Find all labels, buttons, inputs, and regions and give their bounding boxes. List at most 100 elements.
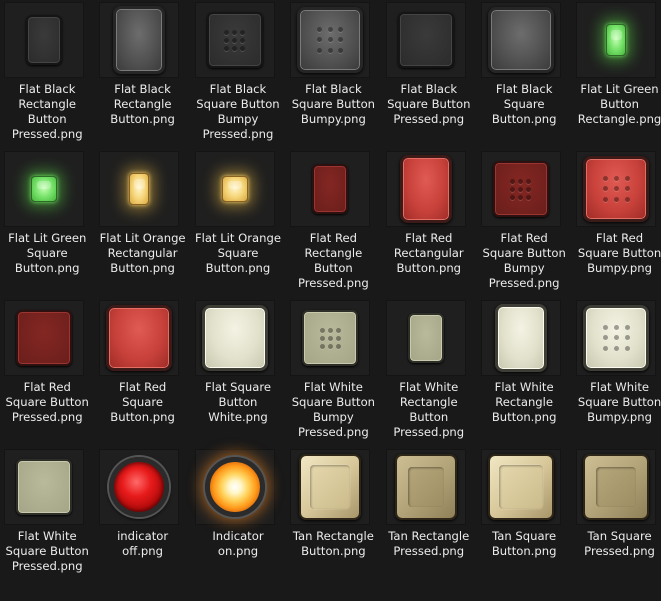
flat-lit-orange-rectangle-icon <box>129 173 150 205</box>
file-item[interactable]: Flat Red Square Button Bumpy.png <box>572 149 661 298</box>
bump-dot <box>510 186 516 192</box>
flat-red-square-pressed-icon <box>16 310 72 366</box>
bump-dot <box>526 186 532 192</box>
file-item[interactable]: Flat Square Button White.png <box>191 298 285 447</box>
bump-dot <box>327 343 333 349</box>
file-item[interactable]: Flat Lit Orange Square Button.png <box>191 149 285 298</box>
flat-white-square-icon <box>201 305 268 371</box>
tan-rectangle-icon <box>299 454 362 520</box>
file-item[interactable]: Flat Lit Green Button Rectangle.png <box>572 0 661 149</box>
file-thumbnail <box>290 300 371 376</box>
file-item[interactable]: Flat Lit Orange Rectangular Button.png <box>95 149 189 298</box>
tan-bevel-face <box>310 465 351 509</box>
file-item[interactable]: indicator off.png <box>95 447 189 596</box>
file-icon-grid: Flat Black Rectangle Button Pressed.png F… <box>0 0 661 601</box>
file-name-label: Flat Square Button White.png <box>204 380 271 424</box>
file-name-label: Tan Square Pressed.png <box>584 529 655 558</box>
file-item[interactable]: Flat Red Rectangle Button Pressed.png <box>286 149 380 298</box>
bump-dot <box>518 186 524 192</box>
bump-dot <box>603 324 609 330</box>
file-item[interactable]: Flat Red Square Button Pressed.png <box>0 298 94 447</box>
bump-dot <box>518 194 524 200</box>
file-thumbnail <box>576 300 657 376</box>
file-item[interactable]: Tan Square Pressed.png <box>572 447 661 596</box>
bump-dots <box>586 308 646 368</box>
bump-dot <box>603 346 609 352</box>
file-thumbnail <box>290 151 371 227</box>
file-item[interactable]: Tan Square Button.png <box>477 447 571 596</box>
lit-highlight <box>133 178 145 189</box>
flat-black-square-pressed-icon <box>397 12 454 68</box>
bump-dot <box>240 37 246 43</box>
file-item[interactable]: Flat Black Square Button Bumpy.png <box>286 0 380 149</box>
bump-dot <box>624 175 630 181</box>
flat-lit-orange-square-icon <box>221 176 248 202</box>
tan-square-icon <box>487 454 554 520</box>
file-item[interactable]: Flat White Rectangle Button Pressed.png <box>382 298 476 447</box>
bump-dots <box>495 163 547 215</box>
file-thumbnail <box>99 2 180 78</box>
file-name-label: Flat White Square Button Bumpy Pressed.p… <box>291 380 376 439</box>
file-thumbnail <box>194 300 275 376</box>
file-thumbnail <box>4 151 84 227</box>
file-item[interactable]: Flat Black Rectangle Button.png <box>95 0 189 149</box>
bump-dot <box>510 178 516 184</box>
file-item[interactable]: Flat Black Square Button Bumpy Pressed.p… <box>191 0 285 149</box>
bump-dot <box>335 335 341 341</box>
file-item[interactable]: Flat Lit Green Square Button.png <box>0 149 94 298</box>
bump-dots <box>300 10 360 70</box>
file-item[interactable]: Flat Black Square Button.png <box>477 0 571 149</box>
file-name-label: Flat Red Rectangle Button Pressed.png <box>297 231 369 290</box>
bump-dot <box>603 335 609 341</box>
flat-white-square-pressed-icon <box>16 459 72 515</box>
file-name-label: Flat Black Square Button Pressed.png <box>387 82 471 126</box>
file-item[interactable]: Flat White Rectangle Button.png <box>477 298 571 447</box>
bump-dot <box>613 197 619 203</box>
file-item[interactable]: Tan Rectangle Pressed.png <box>382 447 476 596</box>
file-thumbnail <box>576 151 657 227</box>
bump-dot <box>317 26 322 32</box>
file-name-label: Flat Black Square Button Bumpy.png <box>291 82 376 126</box>
file-name-label: Flat Black Rectangle Button.png <box>110 82 175 126</box>
file-thumbnail <box>385 2 466 78</box>
file-item[interactable]: Flat White Square Button Pressed.png <box>0 447 94 596</box>
file-thumbnail <box>4 300 84 376</box>
indicator-on-icon <box>204 457 265 517</box>
file-item[interactable]: Flat Black Rectangle Button Pressed.png <box>0 0 94 149</box>
file-thumbnail <box>385 300 466 376</box>
bump-dot <box>240 45 246 51</box>
file-item[interactable]: Flat Red Rectangular Button.png <box>382 149 476 298</box>
flat-white-square-bumpy-pressed-icon <box>302 310 359 366</box>
file-item[interactable]: Indicator on.png <box>191 447 285 596</box>
bump-dots <box>304 312 356 364</box>
bump-dot <box>317 48 322 54</box>
bump-dots <box>586 159 646 219</box>
file-name-label: Flat Lit Orange Rectangular Button.png <box>99 231 186 275</box>
bump-dot <box>224 37 230 43</box>
bump-dot <box>624 197 630 203</box>
bump-dot <box>335 327 341 333</box>
bump-dot <box>335 343 341 349</box>
file-item[interactable]: Flat White Square Button Bumpy Pressed.p… <box>286 298 380 447</box>
bump-dot <box>224 45 230 51</box>
file-name-label: Flat Lit Orange Square Button.png <box>194 231 281 275</box>
file-name-label: Flat Red Square Button Bumpy.png <box>577 231 661 275</box>
bump-dot <box>327 37 333 43</box>
bump-dot <box>510 194 516 200</box>
lit-highlight <box>610 29 622 40</box>
bump-dot <box>624 186 630 192</box>
flat-black-rectangle-pressed-icon <box>26 15 62 65</box>
indicator-off-icon <box>109 457 170 517</box>
file-item[interactable]: Tan Rectangle Button.png <box>286 447 380 596</box>
file-thumbnail <box>194 449 275 525</box>
flat-black-square-bumpy-icon <box>297 7 364 73</box>
bump-dot <box>603 175 609 181</box>
file-name-label: Tan Square Button.png <box>491 529 557 558</box>
file-item[interactable]: Flat Red Square Button Bumpy Pressed.png <box>477 149 571 298</box>
file-item[interactable]: Flat Black Square Button Pressed.png <box>382 0 476 149</box>
file-item[interactable]: Flat White Square Button Bumpy.png <box>572 298 661 447</box>
file-item[interactable]: Flat Red Square Button.png <box>95 298 189 447</box>
tan-bevel-face <box>498 465 543 509</box>
flat-red-rectangle-icon <box>399 155 452 223</box>
flat-black-rectangle-icon <box>113 6 166 74</box>
